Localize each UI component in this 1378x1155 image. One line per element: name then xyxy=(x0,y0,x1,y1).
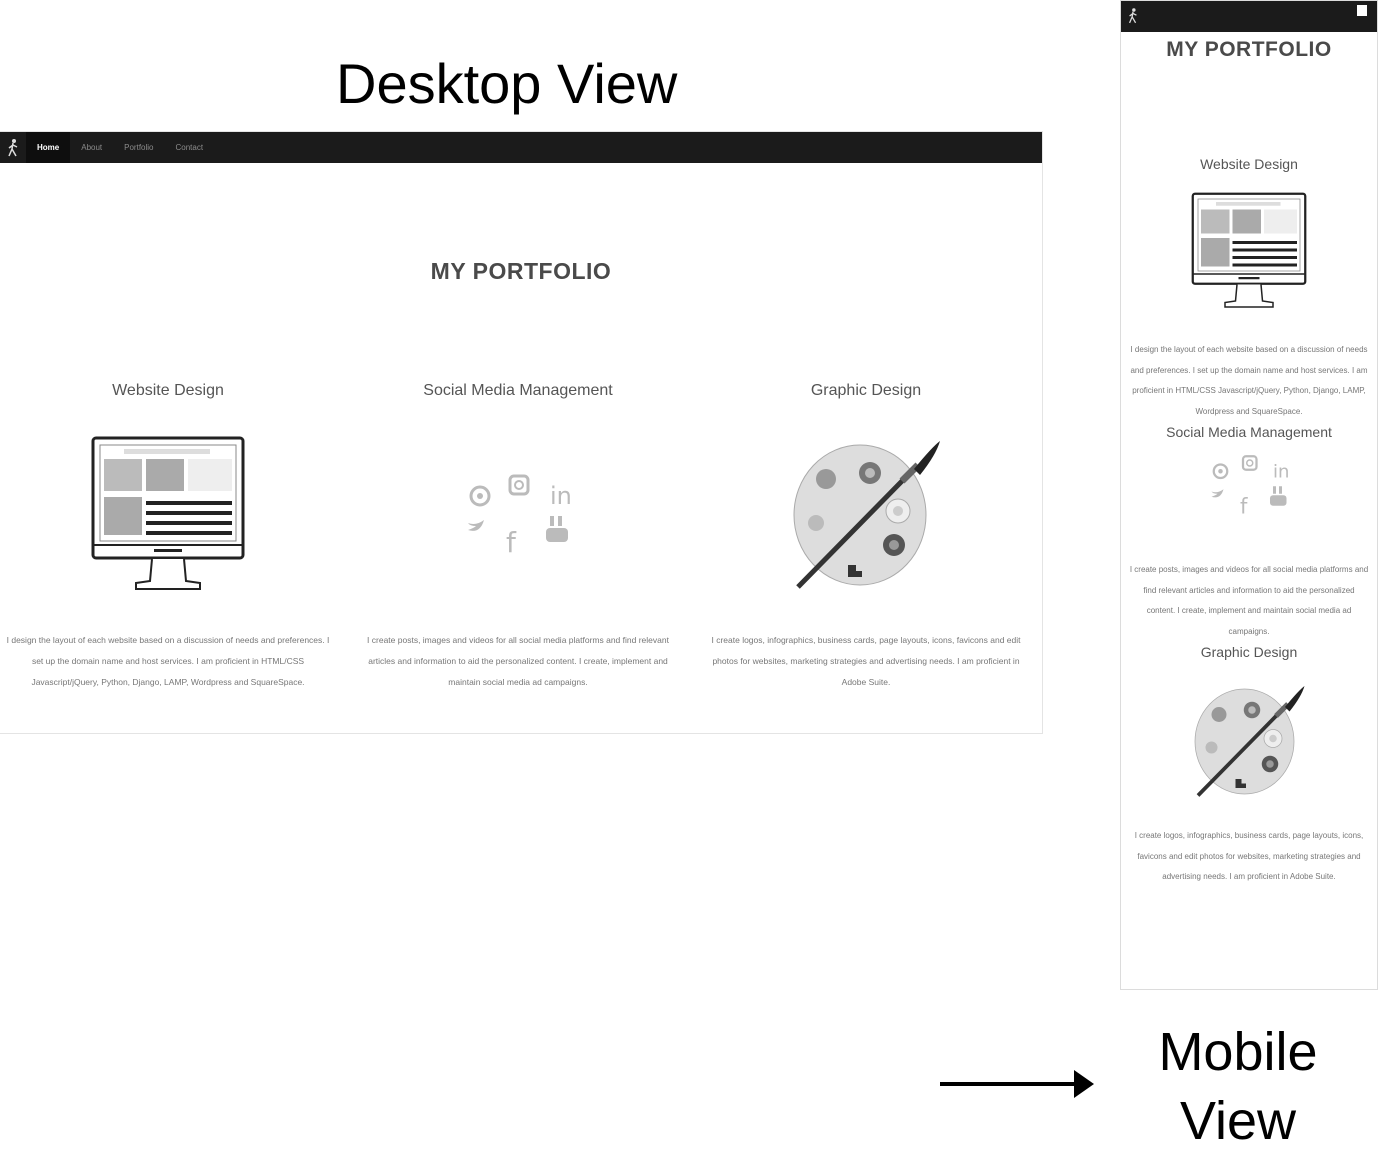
section-description: I design the layout of each website base… xyxy=(1130,345,1368,416)
paint-palette-icon xyxy=(1194,686,1305,797)
page-title: MY PORTFOLIO xyxy=(1166,38,1332,61)
svg-text:in: in xyxy=(550,482,572,510)
menu-toggle-icon[interactable] xyxy=(1357,5,1367,16)
section-graphic-design: Graphic Design I create logos, infograph… xyxy=(698,382,1034,693)
mobile-view-frame: MY PORTFOLIO Website Design I design the… xyxy=(1120,0,1378,990)
mobile-navbar xyxy=(1121,1,1377,32)
site-logo-icon[interactable] xyxy=(0,132,26,163)
nav-item-contact[interactable]: Contact xyxy=(165,132,215,163)
nav-item-home[interactable]: Home xyxy=(26,132,71,163)
nav-item-about[interactable]: About xyxy=(70,132,113,163)
section-description: I create posts, images and videos for al… xyxy=(1129,565,1369,636)
arrow-right-icon xyxy=(940,1070,1094,1098)
svg-text:in: in xyxy=(1273,461,1289,482)
section-title: Graphic Design xyxy=(1200,644,1298,660)
navbar: Home About Portfolio Contact xyxy=(0,132,1042,163)
page-title: MY PORTFOLIO xyxy=(430,258,612,284)
section-title: Social Media Management xyxy=(423,382,613,399)
section-description: I design the layout of each website base… xyxy=(6,635,330,687)
social-media-icons: in f xyxy=(1211,455,1289,518)
section-website-design: Website Design I design the layout of ea… xyxy=(0,382,336,693)
section-description: I create logos, infographics, business c… xyxy=(711,635,1021,687)
section-title: Social Media Management xyxy=(1166,424,1332,440)
section-title: Website Design xyxy=(1200,156,1298,172)
desktop-monitor-icon xyxy=(91,436,245,590)
svg-text:f: f xyxy=(1240,494,1248,518)
section-title: Graphic Design xyxy=(810,382,922,399)
social-media-icons: in f xyxy=(468,474,572,558)
paint-palette-icon xyxy=(793,441,940,589)
section-title: Website Design xyxy=(112,382,224,399)
desktop-monitor-icon xyxy=(1191,192,1307,308)
mobile-view-caption: Mobile View xyxy=(1158,1022,1318,1151)
svg-text:f: f xyxy=(506,526,517,558)
desktop-view-caption: Desktop View xyxy=(336,52,678,115)
section-social-media: Social Media Management in f I create po… xyxy=(350,382,686,693)
section-description: I create logos, infographics, business c… xyxy=(1134,831,1364,881)
nav-item-portfolio[interactable]: Portfolio xyxy=(113,132,164,163)
site-logo-icon[interactable] xyxy=(1127,7,1139,25)
desktop-view-frame: Home About Portfolio Contact MY PORTFOLI… xyxy=(0,131,1043,734)
section-description: I create posts, images and videos for al… xyxy=(367,635,669,687)
